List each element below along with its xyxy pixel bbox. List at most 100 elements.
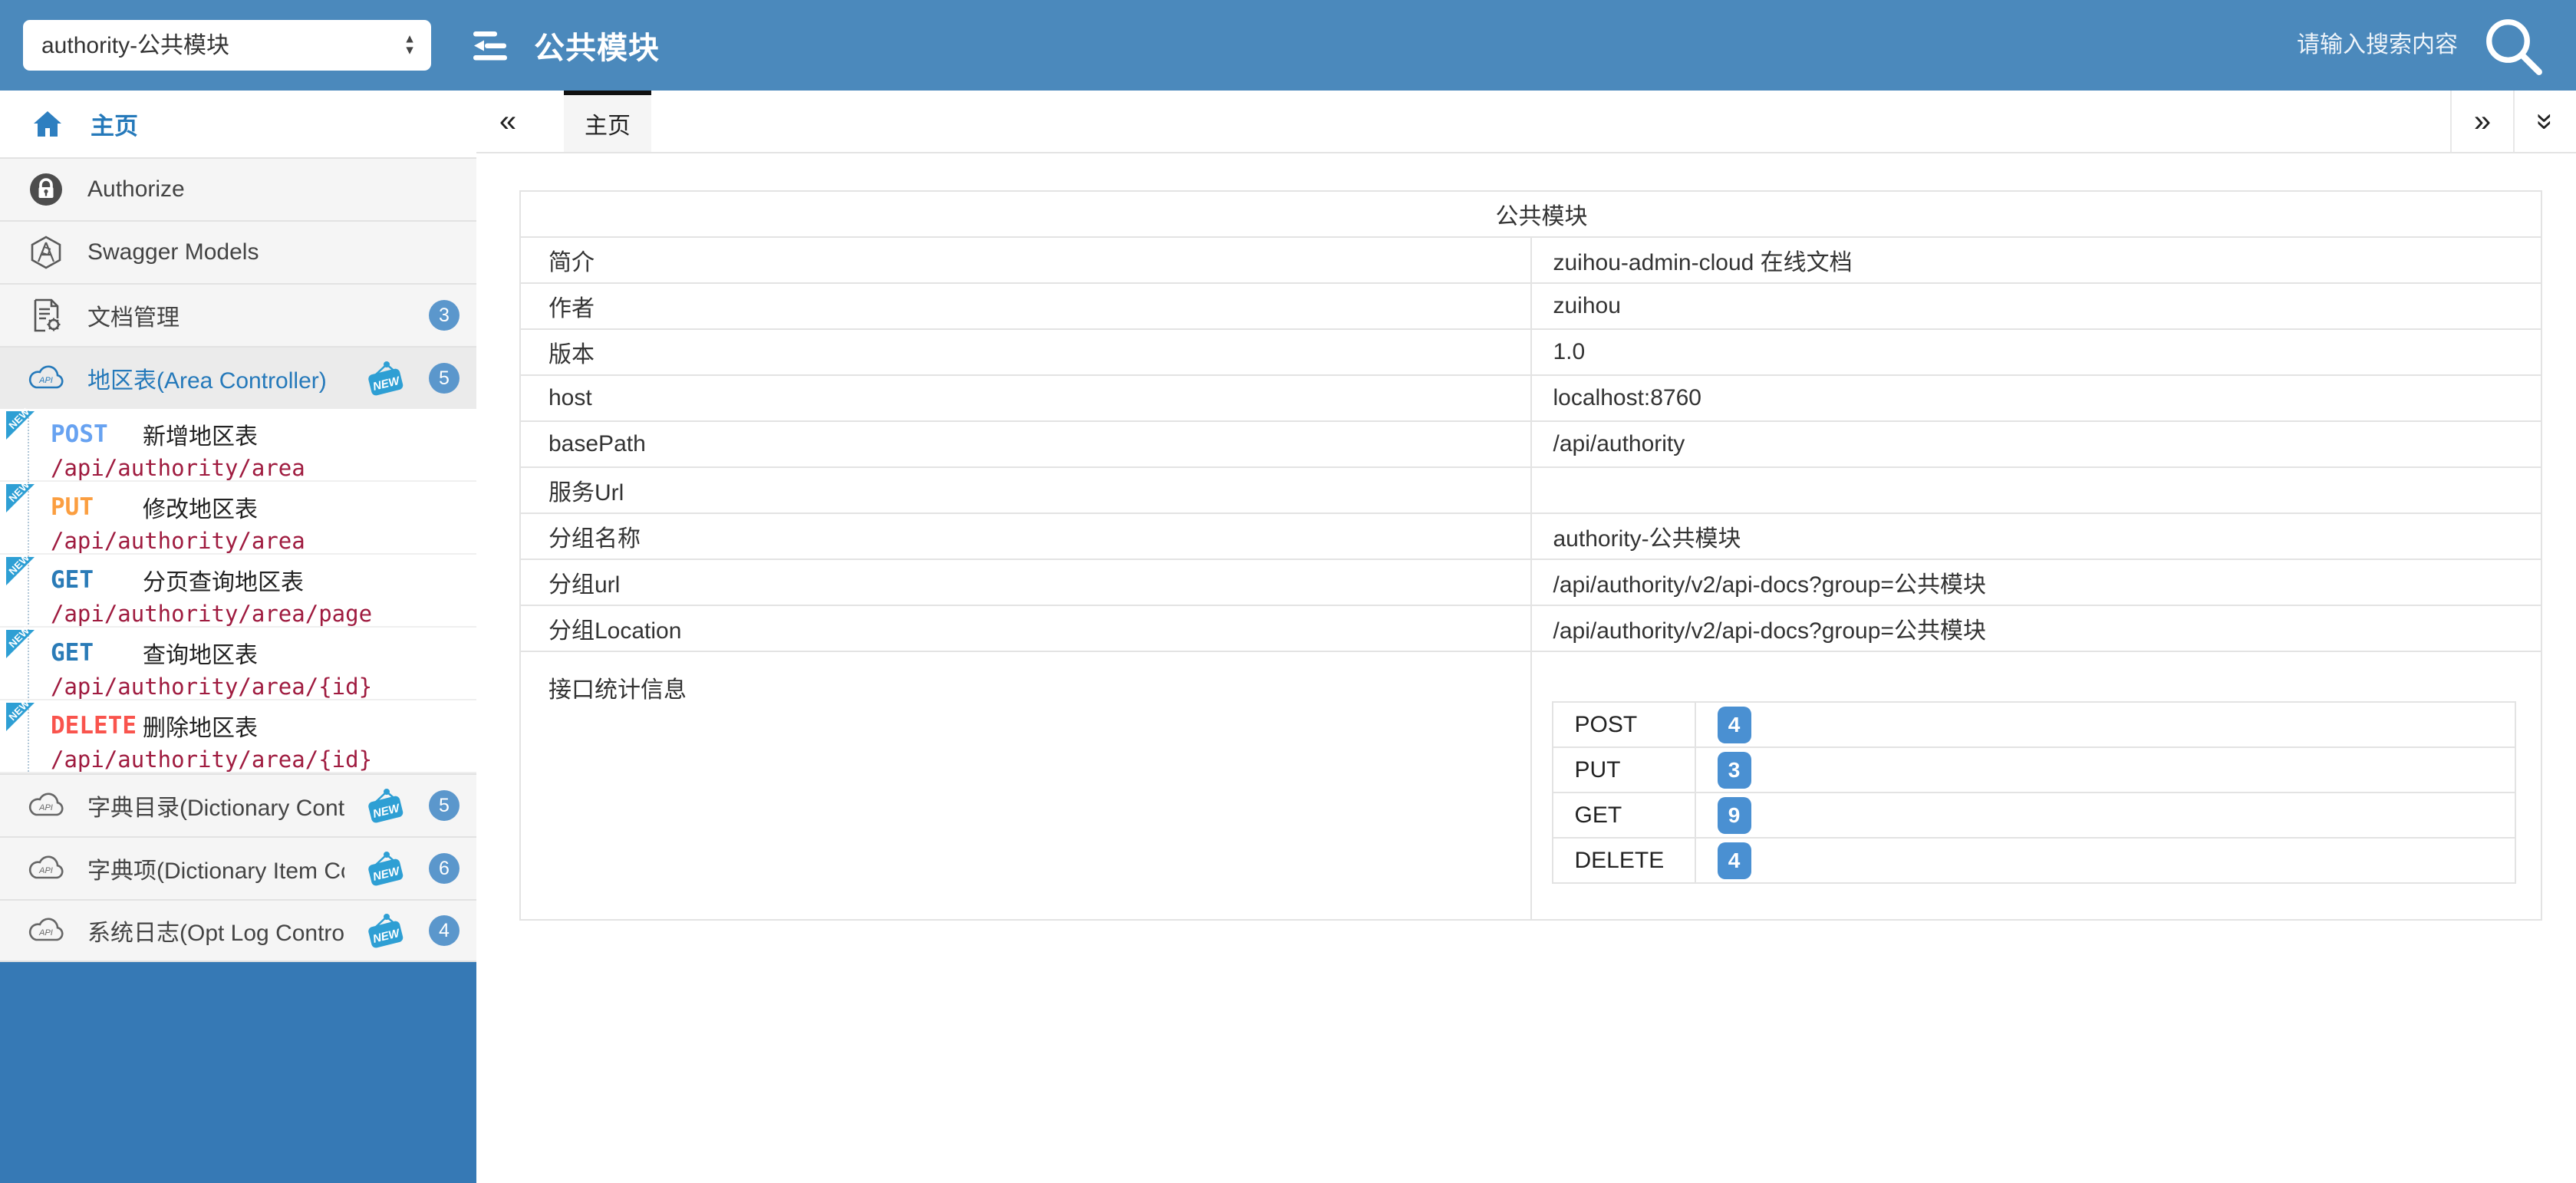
table-row: GET 9 (1553, 793, 2516, 838)
tab-home[interactable]: 主页 (564, 91, 651, 152)
api-cloud-icon (26, 364, 66, 392)
search-input[interactable] (2128, 32, 2458, 58)
home-icon (28, 108, 68, 140)
row-value: /api/authority/v2/api-docs?group=公共模块 (1531, 605, 2542, 651)
api-cloud-icon (26, 855, 66, 882)
stats-count-cell: 4 (1695, 702, 2516, 747)
endpoint-get-area-page[interactable]: NEW GET 分页查询地区表 /api/authority/area/page (0, 555, 476, 628)
new-ribbon-icon: NEW (6, 557, 35, 585)
tab-bar: « 主页 » » (476, 91, 2576, 153)
stats-count-badge: 4 (1718, 842, 1751, 879)
row-label: 分组名称 (520, 513, 1531, 559)
row-label: basePath (520, 421, 1531, 467)
table-row: 服务Url (520, 467, 2541, 513)
endpoint-name: 删除地区表 (143, 709, 258, 743)
new-ribbon-icon: NEW (6, 411, 35, 440)
sidebar-item-authorize[interactable]: Authorize (0, 157, 476, 220)
new-ribbon-icon: NEW (6, 703, 35, 731)
table-row: 公共模块 (520, 191, 2541, 237)
row-label: 分组Location (520, 605, 1531, 651)
endpoint-delete-area-id[interactable]: NEW DELETE 删除地区表 /api/authority/area/{id… (0, 700, 476, 773)
sidebar-item-label: 系统日志(Opt Log Controller) (87, 914, 344, 947)
doc-overview: 公共模块 简介 zuihou-admin-cloud 在线文档 作者 zuiho… (476, 153, 2576, 921)
main-content: « 主页 » » 公共模块 简介 zuihou-admin-cloud 在线文档… (476, 91, 2576, 1183)
endpoint-path: /api/authority/area/page (51, 601, 476, 627)
group-select[interactable]: authority-公共模块 (23, 20, 431, 71)
search-icon[interactable] (2478, 11, 2547, 80)
endpoint-path: /api/authority/area/{id} (51, 746, 476, 773)
endpoint-put-area[interactable]: NEW PUT 修改地区表 /api/authority/area (0, 482, 476, 555)
menu-collapse-icon[interactable] (471, 28, 514, 63)
tabs-scroll-left-button[interactable]: « (476, 91, 539, 152)
stats-method: DELETE (1553, 838, 1695, 883)
table-row: 接口统计信息 POST 4 PUT 3 GET 9 (520, 651, 2541, 920)
sidebar-item-home[interactable]: 主页 (0, 91, 476, 157)
stats-cell: POST 4 PUT 3 GET 9 DELETE (1531, 651, 2542, 920)
sidebar-item-label: Swagger Models (87, 239, 460, 265)
new-ribbon-icon: NEW (6, 630, 35, 658)
sidebar-item-dictionary-item-controller[interactable]: 字典项(Dictionary Item Controller) 6 (0, 836, 476, 899)
stats-count-badge: 9 (1718, 797, 1751, 834)
swagger-models-icon (26, 235, 66, 270)
brand: 公共模块 (471, 23, 660, 68)
sidebar-item-opt-log-controller[interactable]: 系统日志(Opt Log Controller) 4 (0, 899, 476, 962)
method-label: GET (51, 639, 143, 667)
new-badge-icon (366, 913, 406, 948)
row-value: zuihou-admin-cloud 在线文档 (1531, 237, 2542, 283)
new-badge-icon (366, 851, 406, 886)
sidebar-item-doc-manage[interactable]: 文档管理 3 (0, 283, 476, 346)
table-row: PUT 3 (1553, 747, 2516, 793)
sidebar-item-label: 字典项(Dictionary Item Controller) (87, 852, 344, 885)
row-label: host (520, 375, 1531, 421)
sidebar-item-dictionary-controller[interactable]: 字典目录(Dictionary Controller) 5 (0, 773, 476, 836)
endpoint-name: 新增地区表 (143, 417, 258, 451)
endpoint-path: /api/authority/area (51, 528, 476, 554)
endpoint-list: NEW POST 新增地区表 /api/authority/area NEW P… (0, 409, 476, 773)
endpoint-get-area-id[interactable]: NEW GET 查询地区表 /api/authority/area/{id} (0, 628, 476, 700)
row-value: /api/authority/v2/api-docs?group=公共模块 (1531, 559, 2542, 605)
count-badge: 4 (429, 915, 460, 946)
row-value: zuihou (1531, 283, 2542, 329)
group-select-wrap: authority-公共模块 ▲▼ (23, 20, 431, 71)
count-badge: 3 (429, 300, 460, 331)
row-value: authority-公共模块 (1531, 513, 2542, 559)
table-row: POST 4 (1553, 702, 2516, 747)
row-value: /api/authority (1531, 421, 2542, 467)
sidebar-item-label: 文档管理 (87, 298, 407, 332)
row-label: 服务Url (520, 467, 1531, 513)
table-row: host localhost:8760 (520, 375, 2541, 421)
new-badge-icon (366, 361, 406, 396)
row-value (1531, 467, 2542, 513)
sidebar-item-area-controller[interactable]: 地区表(Area Controller) 5 (0, 346, 476, 409)
method-label: PUT (51, 493, 143, 521)
table-row: 版本 1.0 (520, 329, 2541, 375)
stats-count-badge: 4 (1718, 707, 1751, 743)
stats-count-cell: 3 (1695, 747, 2516, 793)
row-label: 分组url (520, 559, 1531, 605)
row-label: 接口统计信息 (520, 651, 1531, 920)
document-settings-icon (26, 298, 66, 333)
table-row: 分组名称 authority-公共模块 (520, 513, 2541, 559)
stats-count-cell: 4 (1695, 838, 2516, 883)
method-label: POST (51, 420, 143, 448)
tabs-scroll-right-button[interactable]: » (2450, 91, 2513, 152)
top-header: authority-公共模块 ▲▼ 公共模块 (0, 0, 2576, 91)
endpoint-name: 查询地区表 (143, 636, 258, 670)
sidebar-item-label: Authorize (87, 176, 460, 203)
method-label: GET (51, 566, 143, 594)
endpoint-post-area[interactable]: NEW POST 新增地区表 /api/authority/area (0, 409, 476, 482)
tabs-collapse-button[interactable]: » (2513, 91, 2576, 152)
row-label: 版本 (520, 329, 1531, 375)
sidebar-item-label: 主页 (91, 107, 138, 141)
stats-count-cell: 9 (1695, 793, 2516, 838)
table-row: DELETE 4 (1553, 838, 2516, 883)
api-cloud-icon (26, 792, 66, 819)
row-label: 作者 (520, 283, 1531, 329)
stats-count-badge: 3 (1718, 752, 1751, 789)
sidebar-item-swagger-models[interactable]: Swagger Models (0, 220, 476, 283)
api-stats-table: POST 4 PUT 3 GET 9 DELETE (1552, 701, 2517, 884)
table-row: 分组Location /api/authority/v2/api-docs?gr… (520, 605, 2541, 651)
table-row: 分组url /api/authority/v2/api-docs?group=公… (520, 559, 2541, 605)
table-row: 作者 zuihou (520, 283, 2541, 329)
double-chevron-down-icon: » (2528, 113, 2563, 130)
